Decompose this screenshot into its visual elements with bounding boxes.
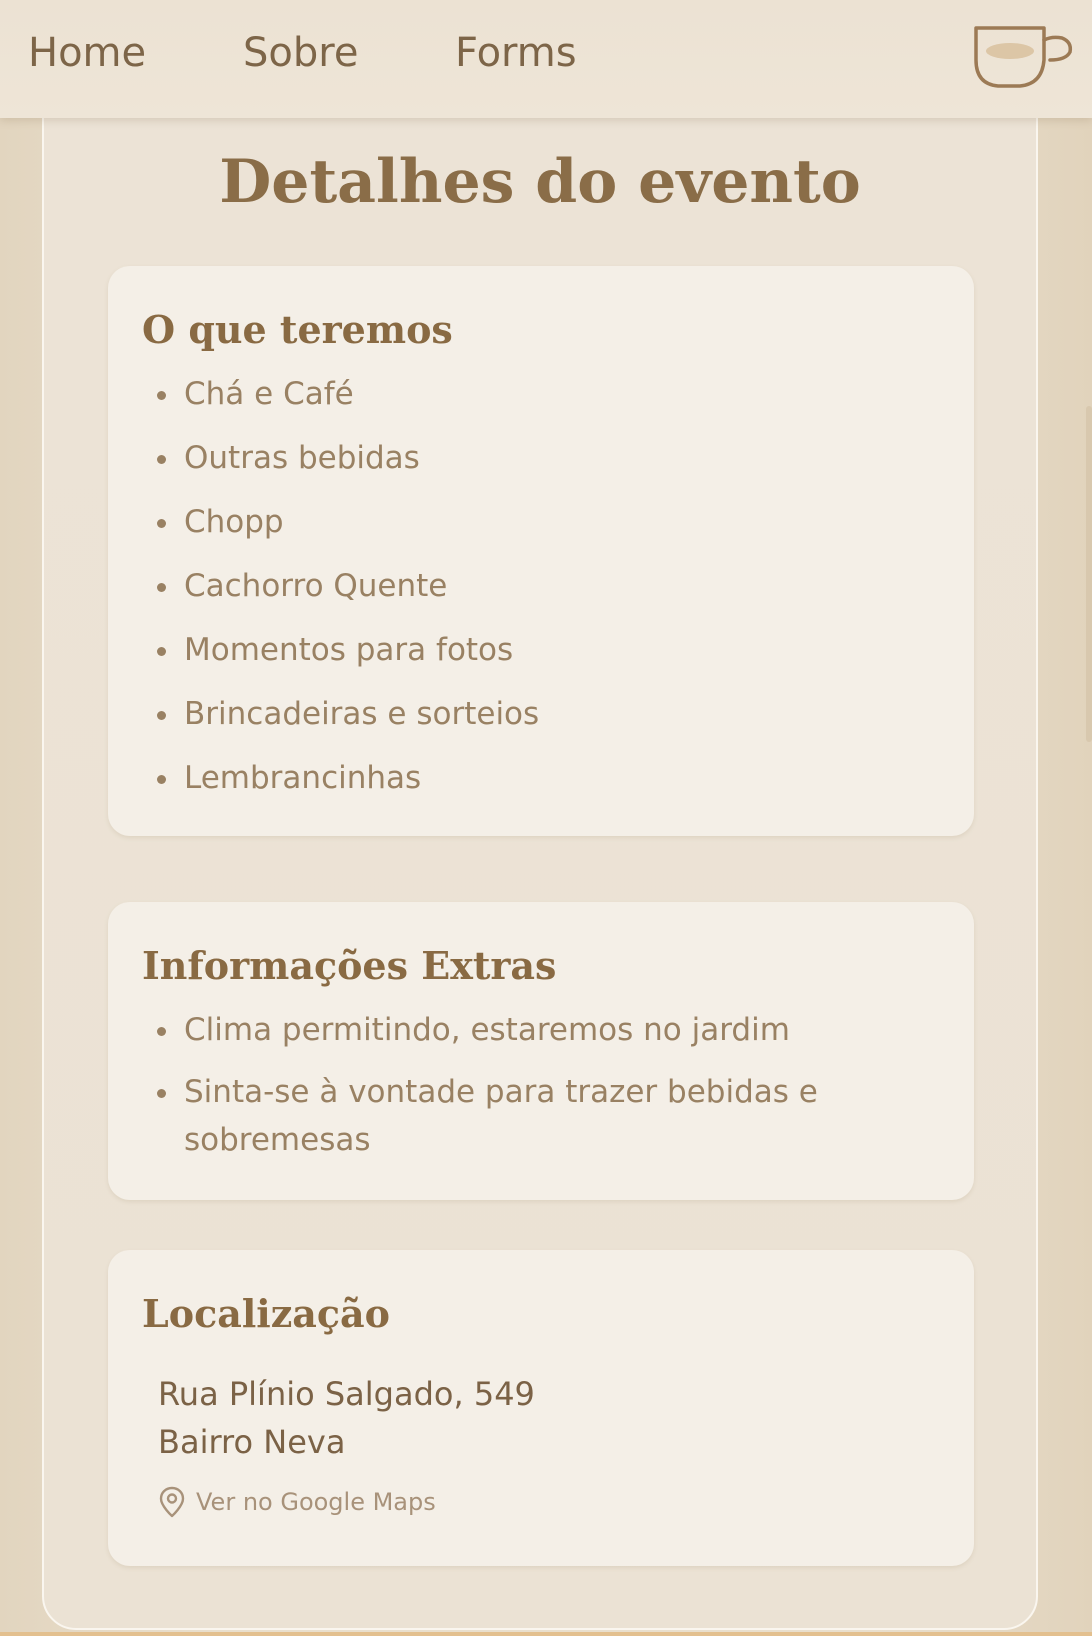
list-item: Chá e Café — [182, 370, 942, 418]
address-district: Bairro Neva — [158, 1423, 346, 1461]
card-title: O que teremos — [142, 307, 453, 352]
top-navbar: Home Sobre Forms — [0, 0, 1092, 118]
map-pin-icon — [159, 1486, 185, 1518]
list-item: Sinta-se à vontade para trazer bebidas e… — [182, 1068, 942, 1164]
card-o-que-teremos: O que teremos Chá e Café Outras bebidas … — [108, 266, 974, 836]
extras-list: Clima permitindo, estaremos no jardim Si… — [142, 1006, 942, 1178]
list-item: Cachorro Quente — [182, 562, 942, 610]
list-item: Chopp — [182, 498, 942, 546]
card-title: Localização — [142, 1291, 391, 1336]
nav-link-home[interactable]: Home — [28, 28, 146, 78]
google-maps-link-label: Ver no Google Maps — [196, 1488, 436, 1516]
card-localizacao: Localização Rua Plínio Salgado, 549 Bair… — [108, 1250, 974, 1566]
list-item: Outras bebidas — [182, 434, 942, 482]
list-item: Momentos para fotos — [182, 626, 942, 674]
bottom-edge-strip — [0, 1632, 1092, 1636]
google-maps-link[interactable]: Ver no Google Maps — [158, 1484, 436, 1520]
list-item: Brincadeiras e sorteios — [182, 690, 942, 738]
card-title: Informações Extras — [142, 943, 557, 988]
card-informacoes-extras: Informações Extras Clima permitindo, est… — [108, 902, 974, 1200]
scrollbar-thumb[interactable] — [1086, 406, 1092, 742]
nav-link-forms[interactable]: Forms — [455, 28, 577, 78]
page-title: Detalhes do evento — [219, 147, 861, 217]
list-item: Lembrancinhas — [182, 754, 942, 802]
address-street: Rua Plínio Salgado, 549 — [158, 1375, 535, 1413]
nav-link-sobre[interactable]: Sobre — [243, 28, 358, 78]
coffee-cup-icon[interactable] — [972, 22, 1084, 92]
amenities-list: Chá e Café Outras bebidas Chopp Cachorro… — [142, 370, 942, 818]
list-item: Clima permitindo, estaremos no jardim — [182, 1006, 942, 1054]
